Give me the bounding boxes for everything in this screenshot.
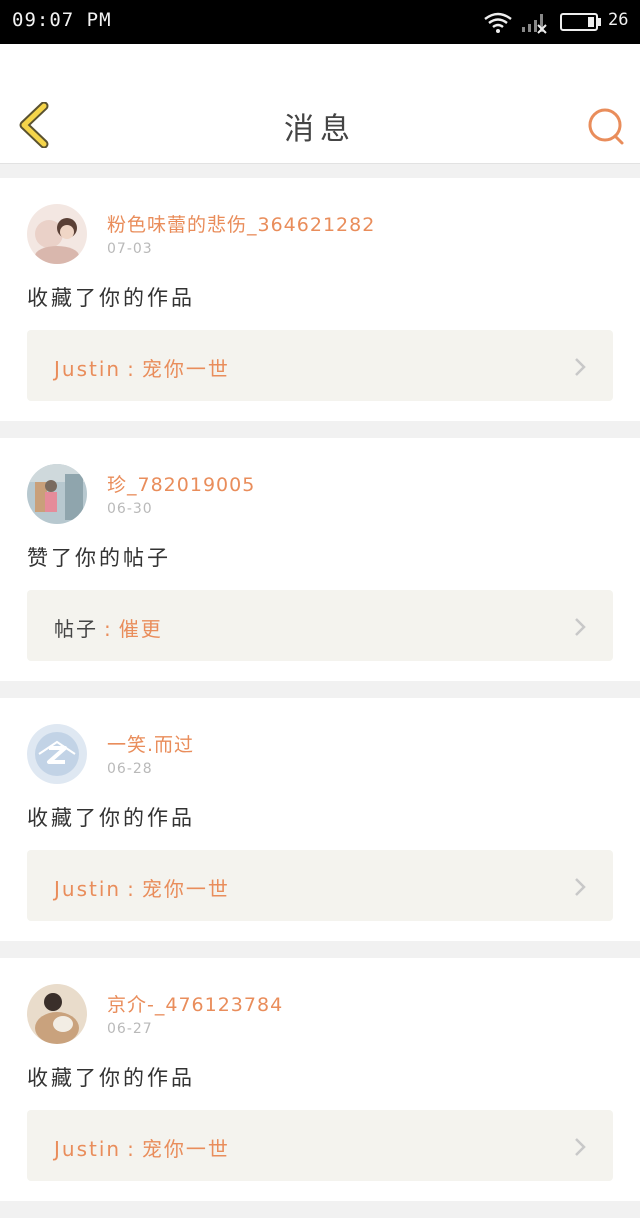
action-text: 赞了你的帖子 (27, 546, 171, 570)
avatar[interactable] (27, 984, 87, 1044)
referenced-item-text: Justin: 宠你一世 (54, 873, 230, 902)
page-title: 消息 (284, 112, 356, 147)
signal-icon (522, 14, 547, 34)
referenced-item-text: Justin: 宠你一世 (54, 353, 230, 382)
message-date: 07-03 (107, 241, 153, 257)
avatar[interactable] (27, 464, 87, 524)
status-time: 09:07 PM (12, 9, 112, 31)
nav-bar: 消息 (0, 44, 640, 164)
referenced-item-text: 帖子: 催更 (54, 613, 163, 642)
chevron-right-icon (575, 358, 586, 376)
ref-prefix: Justin (54, 1137, 122, 1161)
wifi-icon (484, 12, 512, 33)
avatar[interactable] (27, 204, 87, 264)
ref-prefix: 帖子 (54, 617, 98, 641)
message-date: 06-28 (107, 761, 153, 777)
avatar[interactable] (27, 724, 87, 784)
username[interactable]: 京介-_476123784 (107, 990, 283, 1017)
action-text: 收藏了你的作品 (27, 806, 195, 830)
chevron-right-icon (575, 1138, 586, 1156)
battery-icon (560, 13, 601, 31)
ref-title: 宠你一世 (141, 1137, 230, 1161)
ref-separator: : (104, 617, 113, 641)
ref-separator: : (127, 1137, 136, 1161)
username[interactable]: 一笑.而过 (107, 730, 194, 757)
referenced-item[interactable]: Justin: 宠你一世 (27, 850, 613, 921)
message-card[interactable]: 一笑.而过 06-28 收藏了你的作品 Justin: 宠你一世 (0, 698, 640, 941)
ref-title: 催更 (118, 617, 163, 641)
ref-separator: : (127, 357, 136, 381)
chevron-right-icon (575, 618, 586, 636)
message-card[interactable]: 粉色味蕾的悲伤_364621282 07-03 收藏了你的作品 Justin: 宠… (0, 178, 640, 421)
username[interactable]: 粉色味蕾的悲伤_364621282 (107, 210, 375, 237)
ref-prefix: Justin (54, 877, 122, 901)
battery-level: 26 (608, 10, 629, 30)
ref-title: 宠你一世 (141, 877, 230, 901)
action-text: 收藏了你的作品 (27, 286, 195, 310)
chevron-right-icon (575, 878, 586, 896)
referenced-item-text: Justin: 宠你一世 (54, 1133, 230, 1162)
status-bar: 09:07 PM 26 (0, 0, 640, 44)
message-date: 06-27 (107, 1021, 153, 1037)
ref-prefix: Justin (54, 357, 122, 381)
referenced-item[interactable]: 帖子: 催更 (27, 590, 613, 661)
ref-separator: : (127, 877, 136, 901)
referenced-item[interactable]: Justin: 宠你一世 (27, 1110, 613, 1181)
action-text: 收藏了你的作品 (27, 1066, 195, 1090)
message-date: 06-30 (107, 501, 153, 517)
search-icon[interactable] (584, 104, 628, 148)
username[interactable]: 珍_782019005 (107, 470, 255, 497)
referenced-item[interactable]: Justin: 宠你一世 (27, 330, 613, 401)
ref-title: 宠你一世 (141, 357, 230, 381)
message-list: 粉色味蕾的悲伤_364621282 07-03 收藏了你的作品 Justin: 宠… (0, 178, 640, 1218)
message-card[interactable]: 京介-_476123784 06-27 收藏了你的作品 Justin: 宠你一世 (0, 958, 640, 1201)
message-card[interactable]: 珍_782019005 06-30 赞了你的帖子 帖子: 催更 (0, 438, 640, 681)
